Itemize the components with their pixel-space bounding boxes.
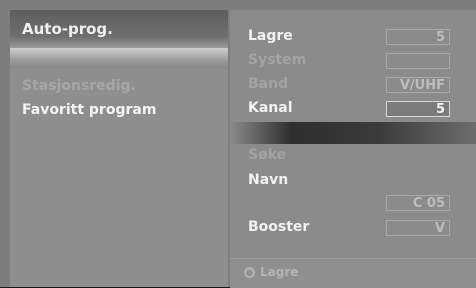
menu-item-stasjonsredig[interactable]: Stasjonsredig. — [22, 78, 136, 94]
value-channel-name[interactable]: C 05 — [386, 195, 450, 211]
value-lagre[interactable]: 5 — [386, 29, 450, 45]
row-label-lagre[interactable]: Lagre — [248, 28, 293, 44]
value-booster[interactable]: V — [386, 220, 450, 236]
tv-menu-screen: Auto-prog. Stasjonsredig. Favoritt progr… — [0, 0, 476, 288]
left-menu-panel: Auto-prog. Stasjonsredig. Favoritt progr… — [10, 10, 228, 287]
menu-divider — [10, 48, 228, 68]
value-system[interactable] — [386, 53, 450, 69]
value-band[interactable]: V/UHF — [386, 77, 450, 93]
row-label-booster[interactable]: Booster — [248, 219, 309, 235]
row-label-system[interactable]: System — [248, 52, 306, 68]
footer-label-lagre[interactable]: Lagre — [260, 265, 298, 279]
row-label-soke[interactable]: Søke — [248, 147, 286, 163]
row-label-kanal[interactable]: Kanal — [248, 100, 293, 116]
menu-header-label: Auto-prog. — [22, 20, 113, 38]
row-label-navn[interactable]: Navn — [248, 172, 288, 188]
menu-item-favoritt-program[interactable]: Favoritt program — [22, 102, 156, 118]
circle-button-icon: ● — [244, 267, 255, 278]
highlight-bar — [230, 122, 476, 144]
footer-bar: ● Lagre — [230, 258, 476, 288]
value-kanal[interactable]: 5 — [386, 101, 450, 117]
row-label-band[interactable]: Band — [248, 76, 288, 92]
menu-header-auto-prog[interactable]: Auto-prog. — [10, 10, 228, 48]
settings-panel: Lagre 5 System Band V/UHF Kanal 5 Søke N… — [230, 10, 476, 288]
menu-list: Stasjonsredig. Favoritt program — [10, 68, 228, 287]
